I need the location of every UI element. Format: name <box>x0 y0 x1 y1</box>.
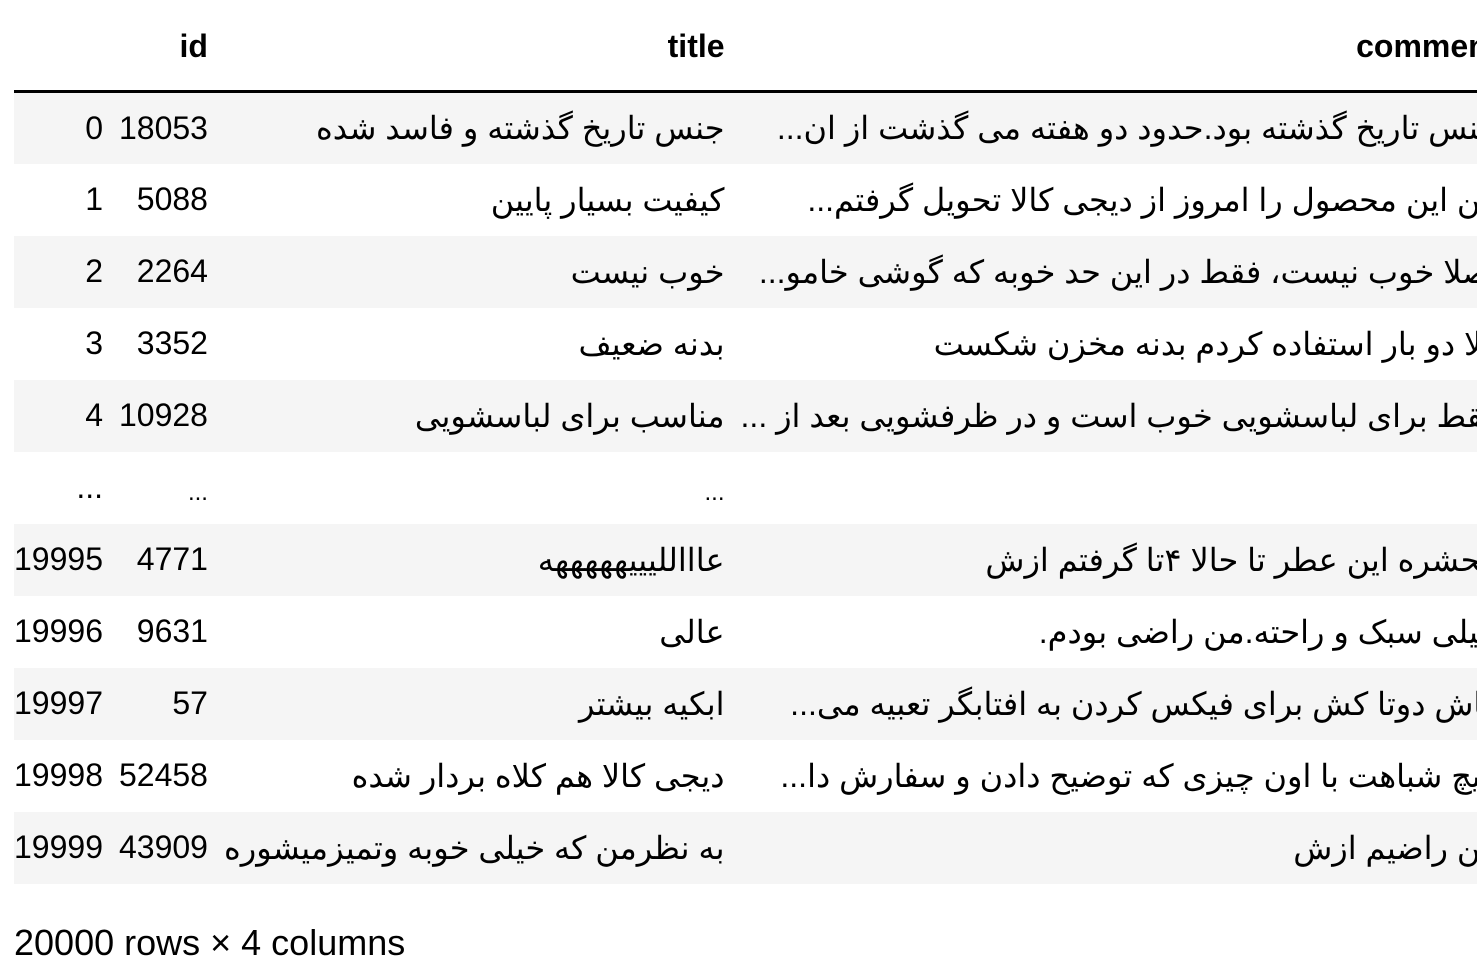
header-index <box>14 0 119 93</box>
dataframe-table: id title comment rate 0 18053 جنس تاریخ گذ… <box>14 0 1477 884</box>
cell-id: 43909 <box>118 829 208 865</box>
cell-index: 19999 <box>14 829 103 865</box>
cell-index: 19997 <box>14 685 103 721</box>
cell-title: جنس تاریخ گذشته و فاسد شده <box>316 110 725 147</box>
cell-title: خوب نیست <box>570 253 725 290</box>
cell-id: 2264 <box>136 253 208 289</box>
table-row: 0 18053 جنس تاریخ گذشته و فاسد شده جنس تاری… <box>14 91 1477 164</box>
table-row: 19999 43909 به نظرمن که خیلی خوبه وتمیزمیش… <box>14 811 1477 884</box>
cell-title: ... <box>704 478 725 506</box>
cell-id: 18053 <box>118 109 208 146</box>
cell-index: ... <box>76 469 103 505</box>
table-body: 0 18053 جنس تاریخ گذشته و فاسد شده جنس تاری… <box>14 91 1477 884</box>
cell-title: بدنه ضعیف <box>578 325 725 362</box>
table-row: 19997 57 ابکیه بیشتر کاش دوتا کش برای فیکس … <box>14 667 1477 740</box>
cell-id: ... <box>187 478 208 506</box>
cell-index: 1 <box>85 181 103 217</box>
cell-id: 57 <box>172 685 208 721</box>
cell-index: 2 <box>85 253 103 289</box>
cell-comment: ... <box>741 452 1477 524</box>
cell-comment: کاش دوتا کش برای فیکس کردن به افتابگر تع… <box>790 685 1477 722</box>
dataframe-shape-label: 20000 rows × 4 columns <box>14 922 406 963</box>
cell-index: 3 <box>85 325 103 361</box>
header-title: title <box>223 0 741 93</box>
cell-index: 19996 <box>14 613 103 649</box>
cell-id: 9631 <box>136 613 208 649</box>
cell-id: 5088 <box>136 181 208 217</box>
table-row: 1 5088 کیفیت بسیار پایین من این محصول را ام… <box>14 163 1477 236</box>
cell-id: 3352 <box>136 325 208 361</box>
ellipsis-row: ............... <box>14 451 1477 524</box>
cell-title: عالی <box>659 613 725 650</box>
cell-id: 4771 <box>136 541 208 577</box>
cell-index: 19995 <box>14 541 103 577</box>
cell-comment: اصلا خوب نیست، فقط در این حد خوبه که گوش… <box>758 253 1477 290</box>
table-row: 3 3352 بدنه ضعیف کلا دو بار استفاده کردم بد… <box>14 307 1477 380</box>
cell-title: به نظرمن که خیلی خوبه وتمیزمیشوره <box>223 829 725 866</box>
table-row: 19995 4771 عاااللیییهههههه محشره این عطر تا… <box>14 523 1477 596</box>
cell-comment: محشره این عطر تا حالا ۴تا گرفتم ازش <box>985 541 1477 578</box>
table-row: 19998 52458 دیجی کالا هم کلاه بردار شده هیچ… <box>14 739 1477 812</box>
cell-id: 10928 <box>118 397 208 433</box>
cell-title: ابکیه بیشتر <box>578 685 725 722</box>
cell-comment: کلا دو بار استفاده کردم بدنه مخزن شکست <box>933 325 1477 362</box>
cell-comment: جنس تاریخ گذشته بود.حدود دو هفته می گذشت… <box>776 110 1477 147</box>
table-row: 19996 9631 عالی خیلی سبک و راحته.من راضی بو… <box>14 595 1477 668</box>
cell-index: 19998 <box>14 757 103 793</box>
cell-title: دیجی کالا هم کلاه بردار شده <box>351 757 725 794</box>
cell-comment: هیچ شباهت با اون چیزی که توضیح دادن و سف… <box>780 757 1477 794</box>
cell-title: کیفیت بسیار پایین <box>490 181 725 218</box>
header-comment: comment <box>740 0 1477 93</box>
cell-title: عاااللیییهههههه <box>537 541 725 578</box>
cell-comment: من این محصول را امروز از دیجی کالا تحویل… <box>807 181 1477 218</box>
cell-id: 52458 <box>118 757 208 793</box>
cell-comment: خیلی سبک و راحته.من راضی بودم. <box>1038 613 1477 650</box>
header-id: id <box>118 0 224 93</box>
header-row: id title comment rate <box>14 0 1477 93</box>
cell-comment: من راضیم ازش <box>1293 829 1477 866</box>
table-row: 4 10928 مناسب برای لباسشویی فقط برای لباسشو… <box>14 379 1477 452</box>
cell-comment: فقط برای لباسشویی خوب است و در ظرفشویی ب… <box>740 397 1477 434</box>
cell-index: 0 <box>85 109 103 146</box>
cell-title: مناسب برای لباسشویی <box>414 397 725 434</box>
table-row: 2 2264 خوب نیست اصلا خوب نیست، فقط در این ح… <box>14 235 1477 308</box>
dataframe-output: id title comment rate 0 18053 جنس تاریخ گذ… <box>14 0 1477 884</box>
cell-index: 4 <box>85 397 103 433</box>
